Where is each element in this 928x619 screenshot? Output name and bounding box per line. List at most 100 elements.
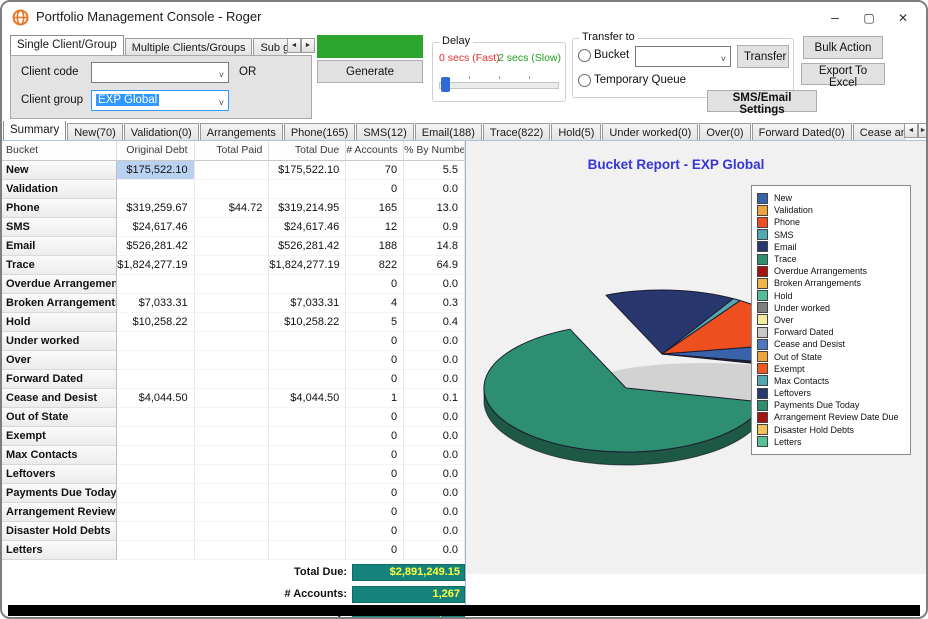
grid-cell[interactable] — [117, 370, 195, 389]
grid-cell[interactable] — [269, 180, 346, 199]
grid-cell[interactable]: 165 — [346, 199, 404, 218]
grid-cell[interactable] — [195, 313, 270, 332]
grid-cell[interactable] — [195, 256, 270, 275]
bucket-tabs-scroll-right-icon[interactable] — [918, 123, 928, 138]
grid-cell[interactable] — [195, 237, 270, 256]
slider-thumb[interactable] — [441, 77, 450, 92]
grid-cell[interactable]: $175,522.10 — [269, 161, 346, 180]
grid-cell[interactable]: $7,033.31 — [269, 294, 346, 313]
grid-cell[interactable] — [117, 275, 195, 294]
grid-cell[interactable]: $175,522.10 — [117, 161, 195, 180]
bucket-name-cell[interactable]: Arrangement Review Date Due — [2, 503, 117, 522]
grid-cell[interactable]: 5.5 — [404, 161, 465, 180]
grid-cell[interactable]: 0 — [346, 180, 404, 199]
bucket-name-cell[interactable]: Cease and Desist — [2, 389, 117, 408]
grid-cell[interactable] — [117, 522, 195, 541]
grid-cell[interactable]: 64.9 — [404, 256, 465, 275]
delay-slider[interactable] — [439, 75, 559, 93]
bucket-name-cell[interactable]: Forward Dated — [2, 370, 117, 389]
grid-cell[interactable]: $24,617.46 — [269, 218, 346, 237]
grid-cell[interactable] — [195, 541, 270, 560]
grid-cell[interactable] — [269, 541, 346, 560]
grid-cell[interactable]: 0.0 — [404, 503, 465, 522]
bucket-name-cell[interactable]: New — [2, 161, 117, 180]
bucket-tab-hold-5-[interactable]: Hold(5) — [551, 123, 601, 141]
bucket-tab-summary[interactable]: Summary — [3, 121, 66, 141]
close-icon[interactable] — [888, 6, 918, 28]
grid-cell[interactable]: $24,617.46 — [117, 218, 195, 237]
grid-cell[interactable] — [117, 503, 195, 522]
grid-cell[interactable] — [117, 446, 195, 465]
grid-cell[interactable] — [269, 522, 346, 541]
grid-cell[interactable]: 0.0 — [404, 484, 465, 503]
grid-cell[interactable]: $4,044.50 — [269, 389, 346, 408]
grid-cell[interactable]: $10,258.22 — [117, 313, 195, 332]
main-tabs-scroll-left-icon[interactable] — [287, 38, 301, 53]
grid-cell[interactable] — [195, 389, 270, 408]
grid-cell[interactable]: 0.0 — [404, 541, 465, 560]
grid-cell[interactable] — [195, 351, 270, 370]
grid-cell[interactable] — [195, 484, 270, 503]
grid-cell[interactable] — [269, 332, 346, 351]
grid-cell[interactable]: $44.72 — [195, 199, 270, 218]
bucket-tab-trace-822-[interactable]: Trace(822) — [483, 123, 550, 141]
grid-cell[interactable] — [269, 465, 346, 484]
bucket-name-cell[interactable]: Validation — [2, 180, 117, 199]
grid-cell[interactable] — [117, 408, 195, 427]
grid-cell[interactable] — [269, 484, 346, 503]
grid-cell[interactable] — [269, 427, 346, 446]
grid-cell[interactable]: 0 — [346, 275, 404, 294]
bulk-action-button[interactable]: Bulk Action — [803, 36, 883, 59]
grid-cell[interactable]: 0 — [346, 446, 404, 465]
bucket-name-cell[interactable]: Letters — [2, 541, 117, 560]
grid-cell[interactable] — [195, 161, 270, 180]
grid-cell[interactable] — [195, 370, 270, 389]
grid-cell[interactable] — [117, 484, 195, 503]
grid-cell[interactable] — [195, 503, 270, 522]
bucket-name-cell[interactable]: Hold — [2, 313, 117, 332]
grid-cell[interactable]: 0.4 — [404, 313, 465, 332]
bucket-name-cell[interactable]: Disaster Hold Debts — [2, 522, 117, 541]
grid-cell[interactable]: 0.0 — [404, 408, 465, 427]
grid-cell[interactable]: 0.0 — [404, 332, 465, 351]
grid-cell[interactable] — [117, 541, 195, 560]
grid-cell[interactable]: 5 — [346, 313, 404, 332]
minimize-icon[interactable] — [820, 6, 850, 28]
bucket-tab-over-0-[interactable]: Over(0) — [699, 123, 750, 141]
grid-cell[interactable]: 0.9 — [404, 218, 465, 237]
bucket-name-cell[interactable]: Exempt — [2, 427, 117, 446]
client-group-combobox[interactable]: EXP Global — [91, 90, 229, 111]
bucket-tab-sms-12-[interactable]: SMS(12) — [356, 123, 413, 141]
bucket-name-cell[interactable]: Email — [2, 237, 117, 256]
grid-cell[interactable] — [195, 218, 270, 237]
bucket-tabs-scroll-left-icon[interactable] — [904, 123, 918, 138]
grid-cell[interactable] — [269, 370, 346, 389]
grid-cell[interactable]: 0.3 — [404, 294, 465, 313]
grid-cell[interactable]: $319,214.95 — [269, 199, 346, 218]
grid-cell[interactable]: $526,281.42 — [117, 237, 195, 256]
grid-cell[interactable]: $1,824,277.19 — [117, 256, 195, 275]
bucket-name-cell[interactable]: Trace — [2, 256, 117, 275]
client-code-combobox[interactable] — [91, 62, 229, 83]
grid-cell[interactable] — [117, 465, 195, 484]
grid-cell[interactable] — [195, 294, 270, 313]
grid-cell[interactable]: 0.1 — [404, 389, 465, 408]
bucket-tab-arrangements[interactable]: Arrangements — [200, 123, 283, 141]
grid-cell[interactable]: 70 — [346, 161, 404, 180]
grid-cell[interactable] — [269, 408, 346, 427]
tab-single-client-group[interactable]: Single Client/Group — [10, 35, 124, 56]
bucket-combobox[interactable] — [635, 46, 731, 67]
bucket-name-cell[interactable]: Payments Due Today — [2, 484, 117, 503]
grid-cell[interactable]: 0.0 — [404, 465, 465, 484]
transfer-button[interactable]: Transfer — [737, 45, 789, 68]
grid-cell[interactable]: 0 — [346, 408, 404, 427]
bucket-name-cell[interactable]: Phone — [2, 199, 117, 218]
grid-cell[interactable]: 0 — [346, 427, 404, 446]
grid-cell[interactable]: 0.0 — [404, 351, 465, 370]
grid-cell[interactable] — [117, 351, 195, 370]
grid-cell[interactable]: 0 — [346, 465, 404, 484]
bucket-tab-forward-dated-0-[interactable]: Forward Dated(0) — [752, 123, 852, 141]
grid-cell[interactable]: 14.8 — [404, 237, 465, 256]
column-header[interactable]: Total Paid — [195, 141, 270, 161]
column-header[interactable]: Original Debt — [117, 141, 195, 161]
